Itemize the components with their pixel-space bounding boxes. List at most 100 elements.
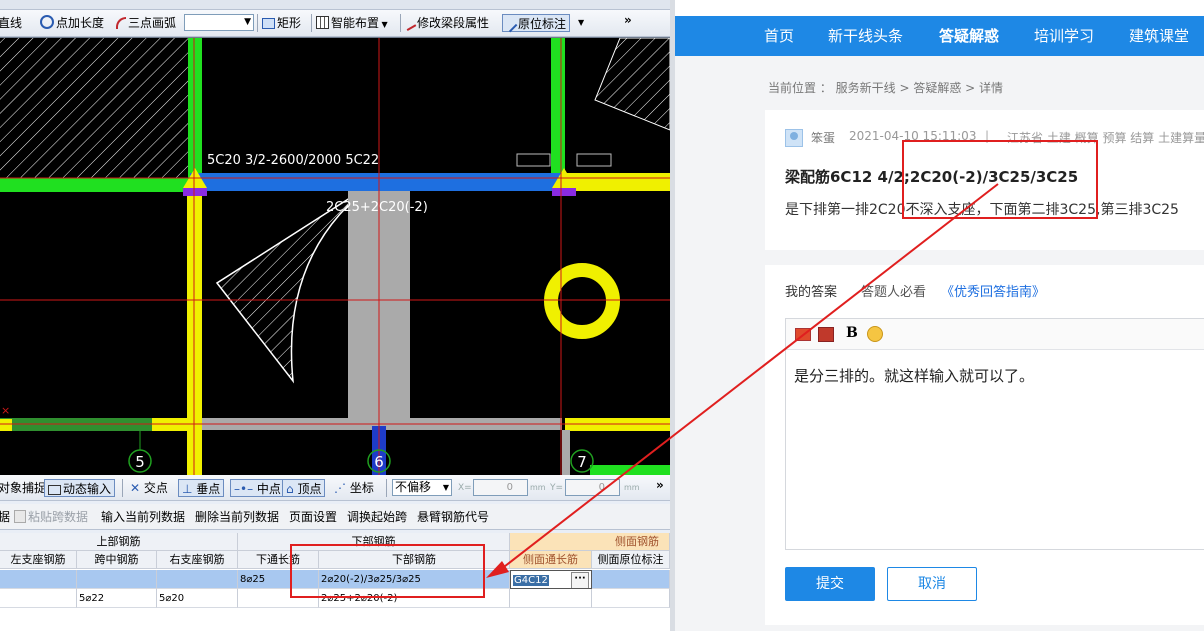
overflow-chevron-icon[interactable]: » <box>624 11 632 29</box>
arc-mode-select[interactable]: ▼ <box>184 14 254 31</box>
bold-button[interactable]: B <box>846 325 858 341</box>
coordinate-label: 坐标 <box>349 481 374 495</box>
editor-toolbar: B <box>786 319 1204 350</box>
col-header-right-support[interactable]: 右支座钢筋 <box>157 551 238 569</box>
photo-upload-icon[interactable] <box>818 327 834 342</box>
offset-select-value: 不偏移 <box>395 480 432 494</box>
table-cell[interactable] <box>592 570 670 589</box>
smart-layout-tool[interactable]: 智能布置 ▼ <box>316 14 388 32</box>
arc-label: 三点画弧 <box>128 16 177 30</box>
breadcrumb[interactable]: 当前位置 ： 服务新干线 > 答疑解惑 > 详情 <box>768 79 1003 96</box>
round-column <box>544 263 620 339</box>
side-through-editor[interactable]: G4C12 ··· <box>510 570 592 589</box>
table-cell[interactable] <box>0 570 77 589</box>
col-header-mid-span[interactable]: 跨中钢筋 <box>77 551 157 569</box>
table-cell[interactable] <box>0 589 77 608</box>
page-setup-button[interactable]: 页面设置 <box>289 508 337 526</box>
emoji-icon[interactable] <box>867 326 883 342</box>
ellipsis-button[interactable]: ··· <box>571 572 589 588</box>
original-mark-tool[interactable]: 原位标注 <box>502 14 571 33</box>
paste-span-label: 粘贴跨数据 <box>28 510 89 524</box>
submit-button[interactable]: 提交 <box>785 567 875 601</box>
chevron-down-icon[interactable]: ▼ <box>578 14 584 32</box>
x-unit: mm <box>530 483 546 492</box>
overflow-chevron-icon[interactable]: » <box>656 476 664 494</box>
table-cell[interactable]: 5⌀20 <box>157 589 238 608</box>
wall-green-right-vertical <box>551 38 565 178</box>
avatar[interactable] <box>785 129 803 147</box>
input-column-button[interactable]: 输入当前列数据 <box>101 508 185 526</box>
answer-text: 是分三排的。就这样输入就可以了。 <box>794 367 1035 385</box>
x-label: X= <box>458 483 472 493</box>
intersection-snap[interactable]: ✕ 交点 <box>130 479 168 497</box>
partial-action[interactable]: 据 <box>0 508 10 526</box>
top-clipped-strip <box>0 0 670 10</box>
perpendicular-icon: ⊥ <box>182 482 193 496</box>
arc-tool[interactable]: 三点画弧 <box>116 14 176 32</box>
wall-green-left-vertical <box>188 38 202 178</box>
wall-green-left-horizontal <box>0 178 190 192</box>
point-length-tool[interactable]: 点加长度 <box>40 14 104 32</box>
table-cell[interactable] <box>510 589 592 608</box>
drawing-canvas[interactable]: 5C20 3/2-2600/2000 5C22 2C25+2C20(-2) 5 … <box>0 38 670 475</box>
cross-marker-icon: × <box>1 404 10 417</box>
delete-column-button[interactable]: 删除当前列数据 <box>195 508 279 526</box>
rebar-table: 上部钢筋 下部钢筋 侧面钢筋 左支座钢筋 跨中钢筋 右支座钢筋 下通长筋 下部钢… <box>0 533 670 631</box>
nav-home[interactable]: 首页 <box>764 16 794 56</box>
perpendicular-label: 垂点 <box>196 482 221 496</box>
answer-guide-link[interactable]: 《优秀回答指南》 <box>941 281 1045 300</box>
toolbar-divider <box>400 14 401 32</box>
modify-beam-tool[interactable]: 修改梁段属性 <box>403 14 490 32</box>
nav-qa[interactable]: 答疑解惑 <box>939 16 999 56</box>
rectangle-icon <box>262 18 275 29</box>
coordinate-snap[interactable]: ⋰ 坐标 <box>334 479 374 497</box>
dynamic-input-label: 动态输入 <box>63 482 112 496</box>
nav-classroom[interactable]: 建筑课堂 <box>1129 16 1189 56</box>
col-header-left-support[interactable]: 左支座钢筋 <box>0 551 77 569</box>
axis-number-6: 6 <box>374 453 384 471</box>
highlight-box-rebar-cell <box>290 544 485 598</box>
point-length-label: 点加长度 <box>56 16 105 30</box>
chevron-down-icon: ▼ <box>244 17 251 27</box>
answer-editor[interactable]: B 是分三排的。就这样输入就可以了。 <box>785 318 1204 550</box>
line-tool-label: 直线 <box>0 16 23 30</box>
toolbar-divider <box>386 479 387 497</box>
vertex-label: 顶点 <box>297 482 322 496</box>
table-cell[interactable] <box>157 570 238 589</box>
modify-beam-label: 修改梁段属性 <box>417 16 490 30</box>
offset-select[interactable]: 不偏移 ▼ <box>392 479 452 496</box>
beam-blue-horizontal <box>190 173 565 191</box>
table-cell[interactable] <box>77 570 157 589</box>
table-cell[interactable] <box>592 589 670 608</box>
must-read-label: 答题人必看 <box>861 285 927 300</box>
perpendicular-snap[interactable]: ⊥ 垂点 <box>178 479 225 497</box>
col-header-side-through[interactable]: 侧面通长筋 <box>510 551 592 569</box>
image-icon[interactable] <box>795 328 811 341</box>
object-snap-toggle[interactable]: 对象捕捉 <box>0 479 46 497</box>
y-input[interactable]: 0 <box>565 479 620 496</box>
rect-tool[interactable]: 矩形 <box>262 14 301 32</box>
nav-headlines[interactable]: 新干线头条 <box>828 16 903 56</box>
x-input-value: 0 <box>506 482 513 493</box>
my-answer-label: 我的答案 <box>785 285 838 300</box>
x-input[interactable]: 0 <box>473 479 528 496</box>
grid-toolbar: 据 粘贴跨数据 输入当前列数据 删除当前列数据 页面设置 调换起始跨 悬臂钢筋代… <box>0 504 670 530</box>
line-tool[interactable]: 直线 <box>0 14 22 32</box>
coordinate-icon: ⋰ <box>334 481 346 495</box>
axis-number-5: 5 <box>135 453 145 471</box>
paste-span-button[interactable]: 粘贴跨数据 <box>14 508 88 526</box>
point-length-icon <box>40 15 54 29</box>
table-cell[interactable]: 5⌀22 <box>77 589 157 608</box>
col-header-side-original[interactable]: 侧面原位标注 <box>592 551 670 569</box>
dynamic-input-toggle[interactable]: 动态输入 <box>44 479 116 497</box>
cantilever-code-button[interactable]: 悬臂钢筋代号 <box>417 508 489 526</box>
question-author[interactable]: 笨蛋 <box>811 129 835 146</box>
keyboard-icon <box>48 485 61 495</box>
y-unit: mm <box>624 483 640 492</box>
swap-start-button[interactable]: 调换起始跨 <box>347 508 407 526</box>
midpoint-snap[interactable]: –•– 中点 <box>230 479 285 497</box>
beam-edit-icon <box>403 19 417 31</box>
vertex-snap[interactable]: ⌂ 顶点 <box>282 479 326 497</box>
nav-training[interactable]: 培训学习 <box>1034 16 1094 56</box>
cancel-button[interactable]: 取消 <box>887 567 977 601</box>
